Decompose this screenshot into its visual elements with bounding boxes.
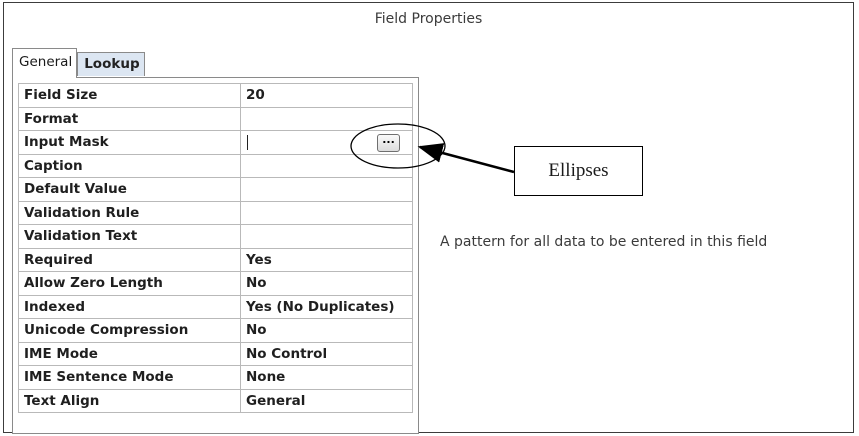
highlight-ellipse [350,123,446,169]
tab-general[interactable]: General [12,48,78,78]
property-help-text: A pattern for all data to be entered in … [440,234,768,250]
annotation-overlay [350,123,515,174]
ellipses-callout: Ellipses [514,146,643,196]
